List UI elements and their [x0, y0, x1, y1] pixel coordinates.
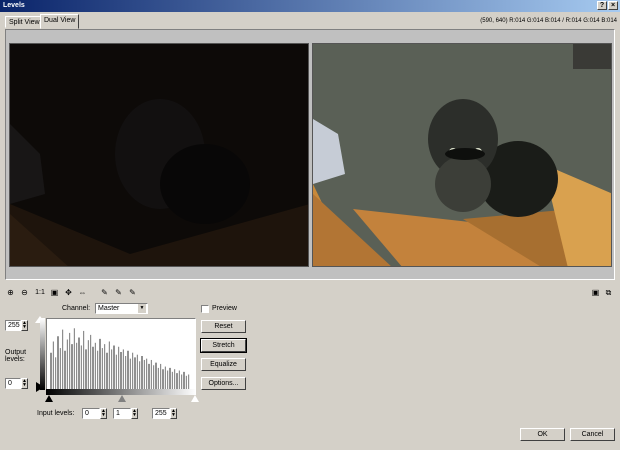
output-levels-label-line2: levels: [5, 356, 25, 363]
output-min-spinner[interactable]: ▲ ▼ [21, 378, 28, 389]
eyedropper-gray-icon[interactable]: ✎ [113, 287, 124, 298]
before-preview-image[interactable] [9, 43, 309, 267]
input-black-field[interactable]: 0 [82, 408, 100, 419]
stretch-button[interactable]: Stretch [200, 338, 247, 353]
help-button[interactable]: ? [597, 1, 607, 10]
output-levels-label-line1: Output [5, 349, 27, 356]
output-levels-label: Output levels: [5, 349, 26, 363]
input-black-spinner[interactable]: ▲ ▼ [100, 408, 107, 419]
ok-button[interactable]: OK [520, 428, 565, 441]
input-white-slider-icon[interactable] [191, 395, 199, 402]
equalize-button[interactable]: Equalize [201, 358, 246, 371]
tab-dual-view[interactable]: Dual View [40, 14, 80, 29]
input-levels-label: Input levels: [37, 410, 75, 417]
title-bar: Levels ? × [0, 0, 620, 12]
reset-button[interactable]: Reset [201, 320, 246, 333]
navigate-icon[interactable]: ⇔ [77, 287, 88, 298]
fit-window-icon[interactable]: ▣ [49, 287, 60, 298]
channel-value: Master [98, 305, 120, 312]
eyedropper-black-icon[interactable]: ✎ [99, 287, 110, 298]
output-min-input[interactable]: 0 [5, 378, 21, 389]
eyedropper-white-icon[interactable]: ✎ [127, 287, 138, 298]
after-image [313, 44, 611, 266]
snapshot-icon[interactable]: ▣ [590, 287, 601, 298]
chevron-down-icon[interactable]: ▼ [138, 304, 146, 313]
close-button[interactable]: × [608, 1, 618, 10]
window-title: Levels [3, 2, 25, 9]
preview-checkbox[interactable] [201, 305, 209, 313]
histogram-chart [50, 328, 190, 389]
after-preview-image[interactable] [312, 43, 612, 267]
input-white-field[interactable]: 255 [152, 408, 170, 419]
preview-label: Preview [212, 305, 237, 312]
pan-icon[interactable]: ✥ [63, 287, 74, 298]
zoom-in-icon[interactable]: ⊕ [5, 287, 16, 298]
actual-size-icon[interactable]: 1:1 [33, 287, 47, 298]
input-black-slider-icon[interactable] [45, 395, 53, 402]
cancel-button[interactable]: Cancel [570, 428, 615, 441]
input-gamma-spinner[interactable]: ▲ ▼ [131, 408, 138, 419]
channel-select[interactable]: Master ▼ [95, 303, 148, 314]
histogram [46, 318, 196, 390]
input-gamma-field[interactable]: 1 [113, 408, 131, 419]
compare-icon[interactable]: ⧉ [603, 287, 614, 298]
output-max-spinner[interactable]: ▲ ▼ [21, 320, 28, 331]
input-white-spinner[interactable]: ▲ ▼ [170, 408, 177, 419]
channel-label: Channel: [62, 305, 91, 312]
input-gamma-slider-icon[interactable] [118, 395, 126, 402]
preview-area [5, 29, 615, 280]
zoom-out-icon[interactable]: ⊖ [19, 287, 30, 298]
output-max-input[interactable]: 255 [5, 320, 21, 331]
options-button[interactable]: Options... [201, 377, 246, 390]
tab-split-view[interactable]: Split View [5, 16, 44, 28]
before-image [10, 44, 308, 266]
pixel-readout: (590, 640) R:014 G:014 B:014 / R:014 G:0… [480, 18, 617, 24]
output-gradient-bar [40, 318, 45, 390]
